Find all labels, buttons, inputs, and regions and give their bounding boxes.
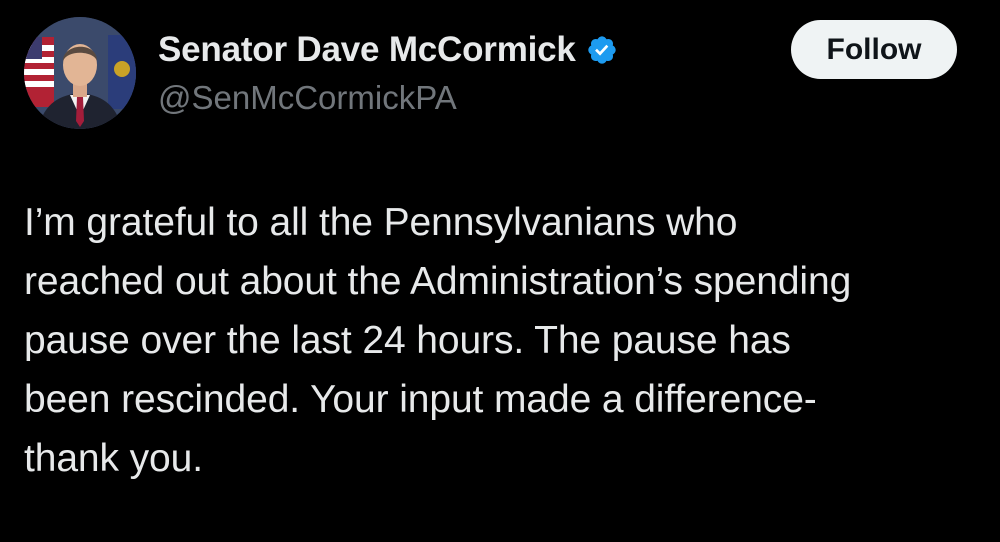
tweet-text: I’m grateful to all the Pennsylvanians w… — [24, 201, 852, 480]
author-name-row: Senator Dave McCormick — [158, 28, 618, 72]
author-display-name[interactable]: Senator Dave McCormick — [158, 28, 576, 72]
avatar[interactable] — [24, 17, 136, 129]
tweet-card: Senator Dave McCormick @SenMcCormickPA F… — [0, 0, 1000, 542]
avatar-portrait-icon — [24, 17, 136, 129]
verified-badge-icon — [586, 34, 618, 66]
follow-button[interactable]: Follow — [791, 20, 957, 79]
author-handle[interactable]: @SenMcCormickPA — [158, 77, 457, 119]
